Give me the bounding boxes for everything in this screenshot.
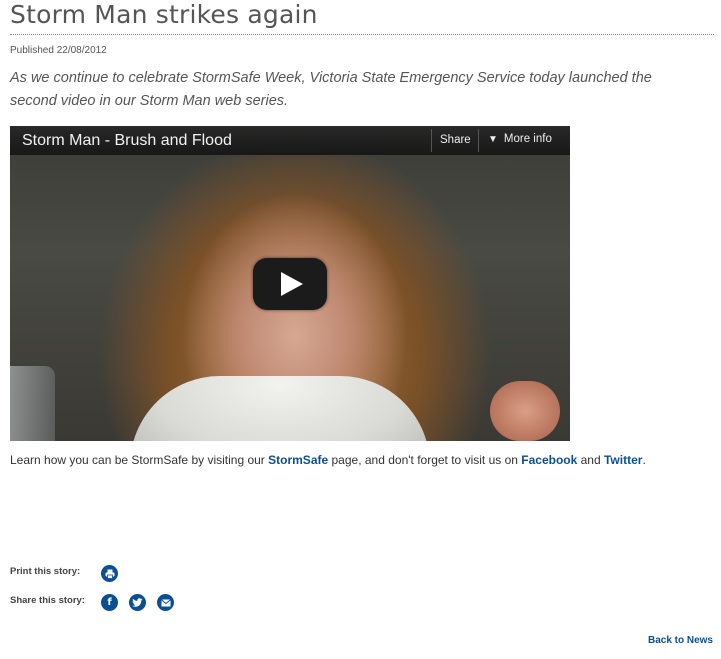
- article-lead: As we continue to celebrate StormSafe We…: [10, 70, 652, 109]
- learn-more-text: Learn how you can be StormSafe by visiti…: [10, 453, 646, 467]
- print-icon-glyph: [105, 569, 114, 579]
- title-divider: [10, 34, 714, 35]
- video-frame-detail: [490, 381, 560, 441]
- video-frame-detail: [10, 366, 55, 441]
- stormsafe-link[interactable]: StormSafe: [268, 453, 328, 467]
- learn-text: page, and don't forget to visit us on: [328, 453, 522, 467]
- video-frame-detail: [130, 376, 430, 441]
- video-more-info-label: More info: [503, 133, 552, 145]
- page-title: Storm Man strikes again: [10, 0, 318, 29]
- facebook-icon[interactable]: f: [101, 594, 118, 611]
- twitter-icon[interactable]: [129, 594, 146, 611]
- chevron-down-icon: ▼: [488, 134, 498, 145]
- share-story-label: Share this story:: [10, 595, 85, 606]
- video-share-button[interactable]: Share: [440, 134, 471, 146]
- video-title[interactable]: Storm Man - Brush and Flood: [22, 132, 232, 150]
- email-icon-glyph: [160, 598, 171, 606]
- video-bar-divider: [431, 129, 432, 152]
- video-title-bar: Storm Man - Brush and Flood Share ▼ More …: [10, 126, 570, 155]
- print-icon[interactable]: [101, 565, 118, 582]
- back-to-news-link[interactable]: Back to News: [648, 635, 713, 646]
- learn-text: Learn how you can be StormSafe by visiti…: [10, 453, 269, 467]
- twitter-link[interactable]: Twitter: [604, 453, 642, 467]
- print-story-label: Print this story:: [10, 566, 81, 577]
- twitter-icon-glyph: [132, 597, 143, 607]
- video-more-info-button[interactable]: ▼ More info: [488, 133, 552, 145]
- video-player[interactable]: Storm Man - Brush and Flood Share ▼ More …: [10, 126, 570, 441]
- learn-text: .: [642, 453, 646, 467]
- published-date: Published 22/08/2012: [10, 45, 107, 56]
- learn-text: and: [577, 453, 604, 467]
- play-button[interactable]: [253, 258, 327, 310]
- facebook-link[interactable]: Facebook: [521, 453, 577, 467]
- email-icon[interactable]: [157, 594, 174, 611]
- video-bar-divider: [478, 129, 479, 152]
